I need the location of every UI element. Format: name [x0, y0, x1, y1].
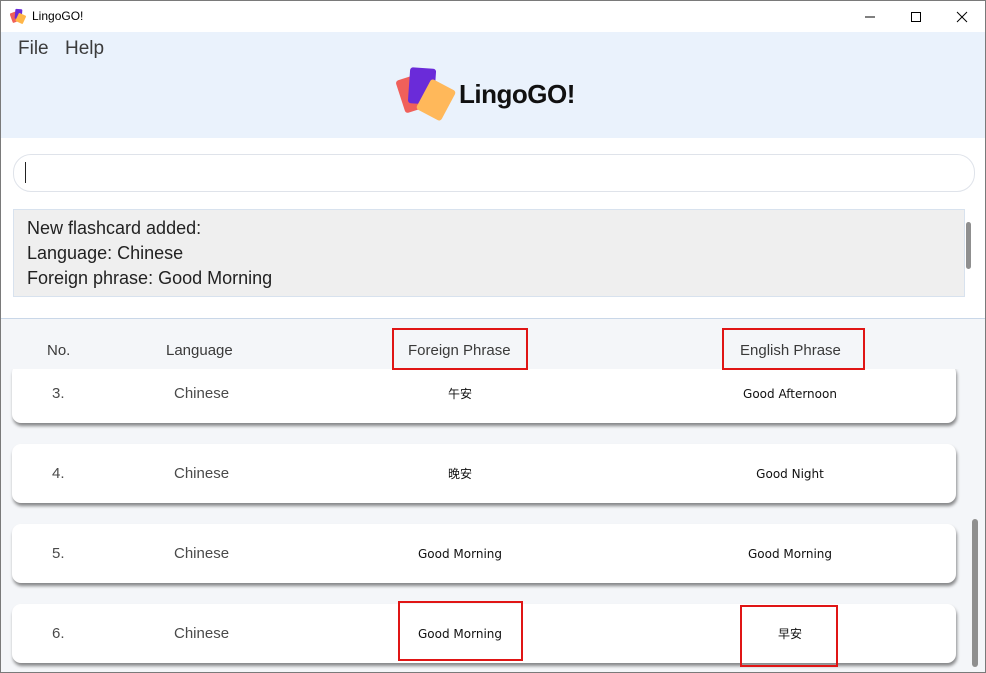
card-foreign-phrase: 晚安	[447, 467, 472, 481]
card-english-phrase: Good Morning	[748, 546, 832, 561]
result-display: New flashcard added: Language: Chinese F…	[13, 209, 965, 297]
card-number: 3.	[52, 385, 65, 402]
list-item[interactable]: 4. Chinese 晚安 Good Night	[12, 444, 956, 503]
minimize-icon	[865, 16, 875, 17]
card-language: Chinese	[174, 545, 230, 562]
result-line: Language: Chinese	[27, 243, 184, 263]
logo-text: LingoGO!	[459, 79, 575, 109]
flashcards-logo-icon	[396, 67, 456, 121]
app-logo: LingoGO!	[394, 65, 604, 127]
card-number: 6.	[52, 625, 65, 642]
app-header: File Help LingoGO!	[1, 32, 985, 138]
card-language: Chinese	[174, 465, 230, 482]
flashcard-list: 3. Chinese 午安 Good Afternoon 4. Chinese …	[1, 319, 985, 672]
maximize-button[interactable]	[893, 1, 939, 32]
highlight-box-foreign-cell	[398, 601, 523, 661]
card-number: 5.	[52, 545, 65, 562]
card-language: Chinese	[174, 385, 230, 402]
highlight-box-english-cell	[740, 605, 838, 667]
app-window: LingoGO! File Help LingoGO! New flashcar	[0, 0, 986, 673]
app-logo-icon	[10, 8, 26, 24]
list-item[interactable]: 5. Chinese Good Morning Good Morning	[12, 524, 956, 583]
close-icon	[956, 11, 968, 22]
window-title: LingoGO!	[32, 9, 84, 23]
card-number: 4.	[52, 465, 65, 482]
result-line: New flashcard added:	[27, 218, 202, 238]
column-header-language[interactable]: Language	[166, 342, 233, 359]
card-english-phrase: Good Night	[756, 466, 824, 481]
card-foreign-phrase: 午安	[447, 387, 472, 401]
text-caret	[25, 162, 26, 183]
menu-file[interactable]: File	[18, 38, 49, 60]
maximize-icon	[911, 11, 921, 22]
result-scrollbar[interactable]	[966, 222, 971, 269]
highlight-box-english-header	[722, 328, 865, 370]
card-foreign-phrase: Good Morning	[418, 546, 502, 561]
highlight-box-foreign-header	[392, 328, 528, 370]
column-header-no[interactable]: No.	[47, 342, 70, 359]
close-button[interactable]	[939, 1, 985, 32]
title-bar: LingoGO!	[1, 1, 985, 32]
result-line: Foreign phrase: Good Morning	[27, 268, 273, 288]
menu-help[interactable]: Help	[65, 38, 104, 60]
list-item[interactable]: 3. Chinese 午安 Good Afternoon	[12, 364, 956, 423]
card-english-phrase: Good Afternoon	[743, 386, 837, 401]
minimize-button[interactable]	[847, 1, 893, 32]
command-input[interactable]	[13, 154, 975, 192]
card-language: Chinese	[174, 625, 230, 642]
list-scrollbar[interactable]	[972, 519, 978, 667]
